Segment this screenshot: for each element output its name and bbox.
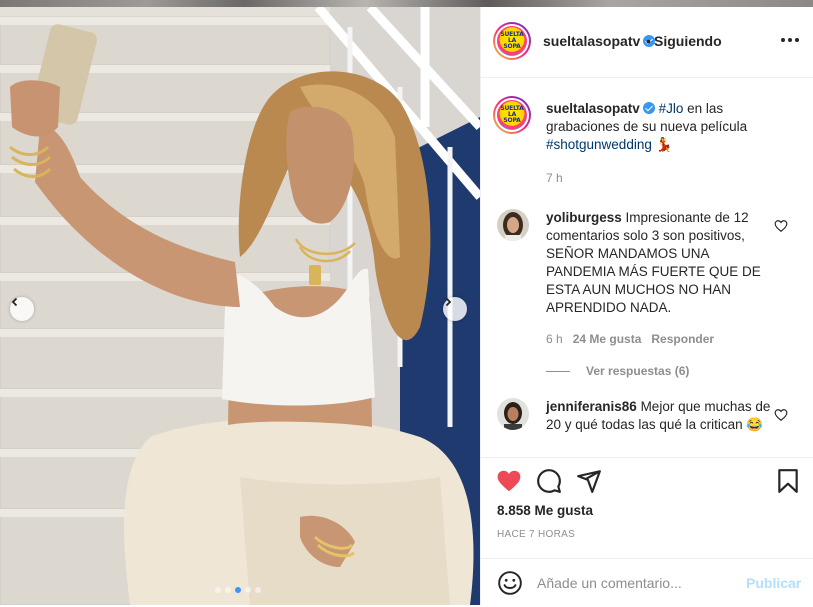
carousel-dot	[235, 587, 241, 593]
heart-outline-icon[interactable]	[774, 219, 788, 233]
bookmark-icon[interactable]	[775, 468, 801, 494]
publish-button[interactable]: Publicar	[746, 575, 801, 591]
emoji-icon[interactable]	[497, 570, 523, 596]
heart-outline-icon[interactable]	[774, 408, 788, 422]
carousel-dots	[215, 587, 261, 593]
carousel-dot	[225, 587, 231, 593]
header-separator: •	[646, 33, 651, 49]
comment-input[interactable]	[535, 571, 734, 595]
carousel-dot	[215, 587, 221, 593]
commenter-avatar[interactable]	[497, 398, 529, 430]
comment-text: jenniferanis86 Mejor que muchas de 20 y …	[546, 398, 776, 434]
share-icon[interactable]	[576, 468, 602, 494]
comments-list[interactable]: SUELTA LA SOPA sueltalasopatv #Jlo en la…	[481, 78, 813, 457]
logo-text: SUELTA LA SOPA	[500, 31, 524, 50]
post-side-panel: SUELTA LA SOPA sueltalasopatv • Siguiend…	[480, 7, 813, 605]
comment-username[interactable]: jenniferanis86	[546, 399, 637, 414]
account-avatar[interactable]: SUELTA LA SOPA	[493, 22, 531, 60]
reply-button[interactable]: Responder	[651, 332, 714, 346]
background-feed-strip	[0, 0, 813, 7]
more-options-button[interactable]	[781, 36, 799, 44]
comment-item: jenniferanis86 Mejor que muchas de 20 y …	[497, 398, 802, 457]
comment-likes[interactable]: 24 Me gusta	[573, 332, 642, 346]
carousel-prev-button[interactable]	[10, 297, 34, 321]
comment-item: yoliburgess Impresionante de 12 comentar…	[497, 209, 802, 389]
caption-username[interactable]: sueltalasopatv	[546, 101, 640, 116]
post-photo[interactable]	[0, 7, 480, 605]
chevron-left-icon	[11, 297, 18, 307]
carousel-dot	[245, 587, 251, 593]
hashtag-jlo[interactable]: #Jlo	[659, 101, 684, 116]
verified-icon	[642, 102, 655, 114]
more-icon	[781, 38, 785, 42]
comment-meta: 6 h 24 Me gusta Responder	[546, 332, 714, 346]
caption-avatar[interactable]: SUELTA LA SOPA	[493, 96, 531, 134]
header-username-link[interactable]: sueltalasopatv	[543, 33, 656, 49]
commenter-avatar[interactable]	[497, 209, 529, 241]
post-caption: SUELTA LA SOPA sueltalasopatv #Jlo en la…	[493, 96, 802, 218]
header-username[interactable]: sueltalasopatv	[543, 33, 640, 49]
hashtag-shotgunwedding[interactable]: #shotgunwedding	[546, 137, 652, 152]
view-replies-button[interactable]: Ver respuestas (6)	[546, 364, 689, 378]
chevron-right-icon	[445, 297, 452, 307]
sueltalasopa-logo: SUELTA LA SOPA	[497, 26, 527, 56]
comment-text: yoliburgess Impresionante de 12 comentar…	[546, 209, 776, 317]
comment-username[interactable]: yoliburgess	[546, 210, 622, 225]
post-timestamp[interactable]: HACE 7 HORAS	[497, 529, 575, 540]
sueltalasopa-logo: SUELTA LA SOPA	[497, 100, 527, 130]
caption-time[interactable]: 7 h	[546, 171, 563, 185]
comment-time[interactable]: 6 h	[546, 332, 563, 346]
comment-form: Publicar	[481, 558, 813, 607]
caption-text: sueltalasopatv #Jlo en las grabaciones d…	[546, 100, 776, 154]
like-count[interactable]: 8.858 Me gusta	[497, 503, 593, 518]
dancer-emoji: 💃	[655, 137, 673, 152]
following-button[interactable]: Siguiendo	[654, 33, 722, 49]
photo-illustration	[0, 7, 480, 605]
comment-body: Impresionante de 12 comentarios solo 3 s…	[546, 210, 761, 315]
comment-icon[interactable]	[536, 468, 562, 494]
post-header: SUELTA LA SOPA sueltalasopatv • Siguiend…	[481, 7, 813, 78]
post-actions: 8.858 Me gusta HACE 7 HORAS Publicar	[481, 457, 813, 606]
heart-filled-icon[interactable]	[496, 468, 522, 494]
carousel-dot	[255, 587, 261, 593]
carousel-next-button[interactable]	[443, 297, 467, 321]
